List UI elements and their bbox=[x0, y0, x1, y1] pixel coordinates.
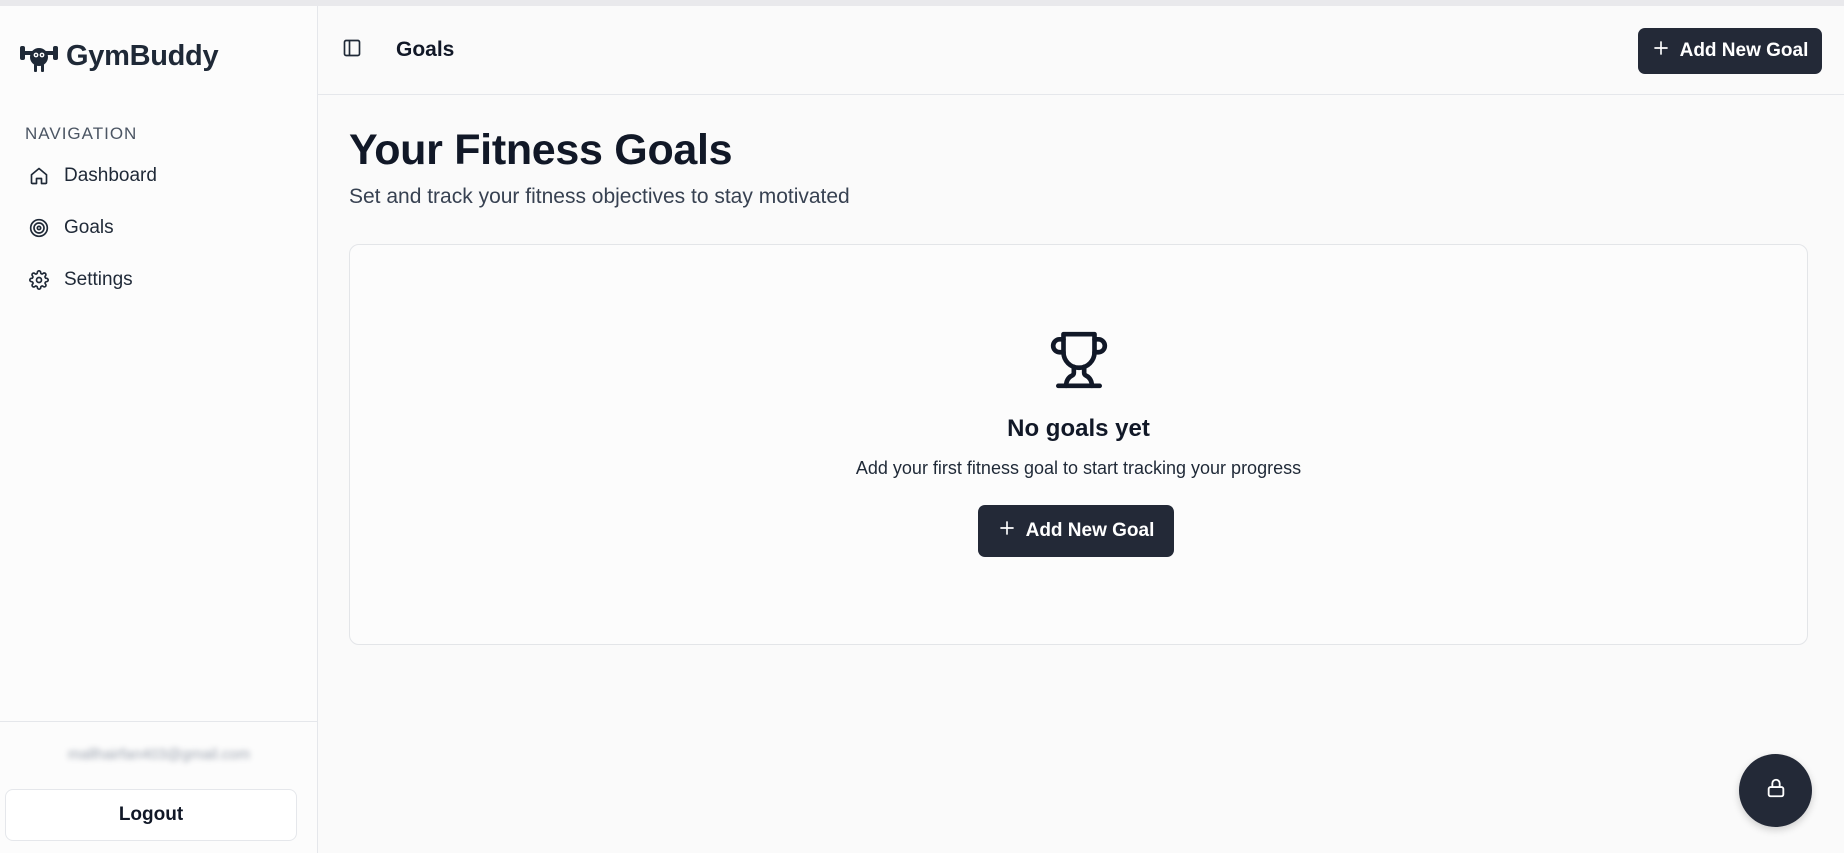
sidebar-footer: mallhairfan403@gmail.com Logout bbox=[0, 721, 318, 853]
empty-state-card: No goals yet Add your first fitness goal… bbox=[349, 244, 1808, 645]
sidebar-item-dashboard[interactable]: Dashboard bbox=[12, 154, 308, 198]
nav-heading: NAVIGATION bbox=[25, 124, 138, 143]
empty-state-title: No goals yet bbox=[1007, 415, 1150, 442]
brand[interactable]: GymBuddy bbox=[18, 36, 219, 76]
plus-icon bbox=[998, 519, 1016, 543]
target-icon bbox=[28, 217, 50, 239]
add-goal-label: Add New Goal bbox=[1025, 520, 1155, 541]
app-shell: GymBuddy NAVIGATION Dashboard Goals Sett… bbox=[0, 6, 1844, 853]
home-icon bbox=[28, 165, 50, 187]
dumbbell-mascot-icon bbox=[18, 36, 60, 76]
lock-button[interactable] bbox=[1739, 754, 1812, 827]
sidebar-item-goals[interactable]: Goals bbox=[12, 206, 308, 250]
logout-button[interactable]: Logout bbox=[5, 789, 297, 841]
trophy-icon bbox=[1048, 329, 1110, 391]
sidebar-item-label: Settings bbox=[64, 269, 133, 290]
empty-state-description: Add your first fitness goal to start tra… bbox=[855, 458, 1302, 478]
header-title: Goals bbox=[396, 38, 455, 61]
add-goal-label: Add New Goal bbox=[1679, 40, 1809, 61]
top-header: Goals Add New Goal bbox=[318, 6, 1844, 95]
page-subtitle: Set and track your fitness objectives to… bbox=[349, 185, 850, 208]
sidebar-toggle-icon[interactable] bbox=[340, 36, 364, 60]
add-goal-button[interactable]: Add New Goal bbox=[978, 505, 1174, 557]
add-goal-button-header[interactable]: Add New Goal bbox=[1638, 28, 1822, 74]
main-content: Goals Add New Goal Your Fitness Goals Se… bbox=[318, 6, 1844, 853]
lock-icon bbox=[1765, 777, 1787, 804]
sidebar-item-label: Goals bbox=[64, 217, 114, 238]
sidebar-item-label: Dashboard bbox=[64, 165, 157, 186]
page-title: Your Fitness Goals bbox=[349, 126, 733, 174]
plus-icon bbox=[1652, 39, 1670, 63]
brand-name: GymBuddy bbox=[66, 39, 219, 72]
gear-icon bbox=[28, 269, 50, 291]
sidebar-item-settings[interactable]: Settings bbox=[12, 258, 308, 302]
user-email: mallhairfan403@gmail.com bbox=[68, 746, 250, 763]
sidebar: GymBuddy NAVIGATION Dashboard Goals Sett… bbox=[0, 6, 318, 853]
